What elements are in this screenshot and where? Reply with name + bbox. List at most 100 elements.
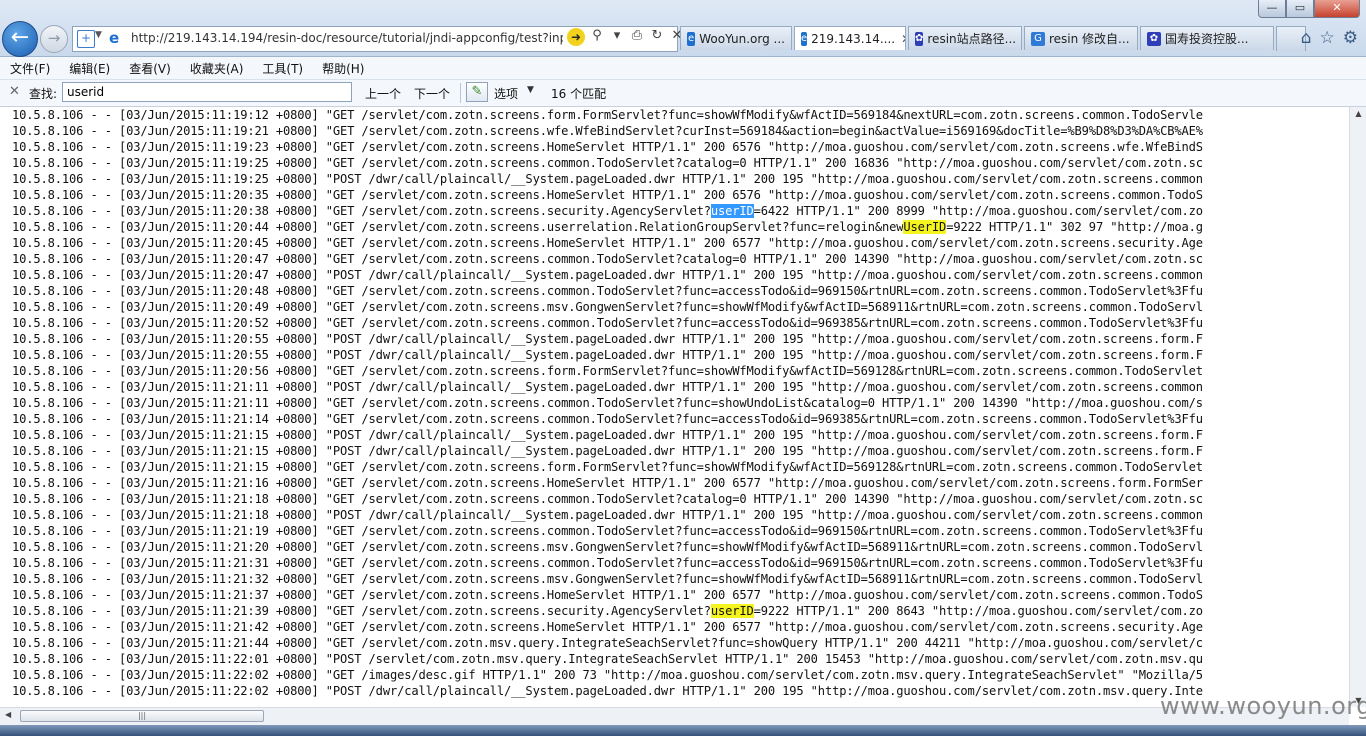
forward-button[interactable]: → (40, 25, 68, 53)
close-icon[interactable]: ✕ (9, 84, 20, 99)
log-line: 10.5.8.106 - - [03/Jun/2015:11:21:18 +08… (12, 491, 1349, 507)
log-line: 10.5.8.106 - - [03/Jun/2015:11:21:20 +08… (12, 539, 1349, 555)
log-text: 10.5.8.106 - - [03/Jun/2015:11:21:11 +08… (12, 396, 1203, 410)
log-text: 10.5.8.106 - - [03/Jun/2015:11:21:39 +08… (12, 604, 711, 618)
menu-file[interactable]: 文件(F) (0, 57, 59, 79)
log-text: =9222 HTTP/1.1" 302 97 "http://moa.g (946, 220, 1203, 234)
log-text: 10.5.8.106 - - [03/Jun/2015:11:20:47 +08… (12, 268, 1203, 282)
gear-icon[interactable]: ⚙ (1343, 28, 1358, 48)
log-line: 10.5.8.106 - - [03/Jun/2015:11:19:23 +08… (12, 139, 1349, 155)
minimize-button[interactable]: — (1258, 0, 1286, 18)
log-line: 10.5.8.106 - - [03/Jun/2015:11:22:01 +08… (12, 651, 1349, 667)
tab-1[interactable]: e219.143.14.... ✕ (794, 26, 906, 50)
log-text: =9222 HTTP/1.1" 200 8643 "http://moa.guo… (753, 604, 1203, 618)
address-tools: ➜ ⚲ ▾ ⎙ ↻ ✕ (567, 28, 685, 46)
find-input[interactable] (62, 82, 352, 102)
log-line: 10.5.8.106 - - [03/Jun/2015:11:22:02 +08… (12, 667, 1349, 683)
scroll-left-icon[interactable]: ◀ (5, 710, 11, 719)
log-text: 10.5.8.106 - - [03/Jun/2015:11:19:25 +08… (12, 172, 1203, 186)
chevron-down-icon[interactable]: ▼ (527, 85, 534, 95)
log-text: 10.5.8.106 - - [03/Jun/2015:11:20:47 +08… (12, 252, 1203, 266)
log-line: 10.5.8.106 - - [03/Jun/2015:11:20:52 +08… (12, 315, 1349, 331)
vertical-scrollbar[interactable]: ▲ ▼ (1349, 107, 1366, 707)
log-line: 10.5.8.106 - - [03/Jun/2015:11:21:18 +08… (12, 507, 1349, 523)
log-text: 10.5.8.106 - - [03/Jun/2015:11:21:32 +08… (12, 572, 1203, 586)
tab-label: 219.143.14.... (811, 31, 896, 46)
favorites-star-icon[interactable]: ☆ (1320, 28, 1335, 48)
log-text: 10.5.8.106 - - [03/Jun/2015:11:21:18 +08… (12, 508, 1203, 522)
log-text: 10.5.8.106 - - [03/Jun/2015:11:19:21 +08… (12, 124, 1203, 138)
tab-2[interactable]: ✿ resin站点路径... (908, 26, 1022, 50)
go-icon[interactable]: ➜ (567, 28, 585, 46)
add-favorite-icon[interactable]: + (77, 30, 95, 48)
tab-3[interactable]: Gresin 修改自... (1024, 26, 1138, 50)
window-controls: — ▭ ✕ (1258, 0, 1360, 18)
find-bar: ✕ 查找: 上一个 下一个 ✎ 选项 ▼ 16 个匹配 (0, 80, 1366, 107)
log-line: 10.5.8.106 - - [03/Jun/2015:11:20:35 +08… (12, 187, 1349, 203)
log-line: 10.5.8.106 - - [03/Jun/2015:11:21:15 +08… (12, 443, 1349, 459)
find-previous-button[interactable]: 上一个 (365, 85, 401, 102)
scroll-up-icon[interactable]: ▲ (1350, 109, 1366, 118)
url-input[interactable]: http://219.143.14.194/resin-doc/resource… (131, 31, 563, 45)
tab-strip: eWooYun.org ...e219.143.14....✕✿resin站点路… (680, 26, 1306, 52)
log-line: 10.5.8.106 - - [03/Jun/2015:11:21:11 +08… (12, 395, 1349, 411)
tab-4[interactable]: ✿ 国寿投资控股... (1140, 26, 1274, 50)
page-content: 10.5.8.106 - - [03/Jun/2015:11:19:12 +08… (0, 107, 1349, 707)
search-dropdown-icon[interactable]: ▾ (609, 28, 625, 46)
tab-0[interactable]: e WooYun.org ... (680, 26, 792, 50)
ie-page-icon: e (109, 29, 120, 47)
menu-edit[interactable]: 编辑(E) (59, 57, 119, 79)
highlight-pen-icon[interactable]: ✎ (466, 82, 488, 102)
home-icon[interactable]: ⌂ (1301, 28, 1312, 48)
back-arrow-icon: ← (10, 25, 30, 50)
chevron-down-icon[interactable]: ▼ (95, 30, 102, 40)
log-text: 10.5.8.106 - - [03/Jun/2015:11:21:37 +08… (12, 588, 1203, 602)
log-text: 10.5.8.106 - - [03/Jun/2015:11:19:25 +08… (12, 156, 1203, 170)
taskbar (0, 725, 1366, 736)
log-line: 10.5.8.106 - - [03/Jun/2015:11:21:14 +08… (12, 411, 1349, 427)
log-text: 10.5.8.106 - - [03/Jun/2015:11:19:23 +08… (12, 140, 1203, 154)
log-text: 10.5.8.106 - - [03/Jun/2015:11:20:55 +08… (12, 348, 1203, 362)
menu-view[interactable]: 查看(V) (119, 57, 180, 79)
horizontal-scrollbar[interactable]: ◀ ||| (0, 707, 1349, 725)
log-text: 10.5.8.106 - - [03/Jun/2015:11:19:12 +08… (12, 108, 1203, 122)
log-line: 10.5.8.106 - - [03/Jun/2015:11:20:55 +08… (12, 331, 1349, 347)
log-line: 10.5.8.106 - - [03/Jun/2015:11:21:16 +08… (12, 475, 1349, 491)
log-line: 10.5.8.106 - - [03/Jun/2015:11:21:42 +08… (12, 619, 1349, 635)
toolbar-right: ⌂ ☆ ⚙ (1301, 28, 1358, 48)
log-line: 10.5.8.106 - - [03/Jun/2015:11:20:55 +08… (12, 347, 1349, 363)
log-text: 10.5.8.106 - - [03/Jun/2015:11:21:20 +08… (12, 540, 1203, 554)
menu-tools[interactable]: 工具(T) (252, 57, 312, 79)
refresh-icon[interactable]: ↻ (649, 28, 665, 46)
compat-view-icon[interactable]: ⎙ (629, 28, 645, 46)
close-tab-icon[interactable]: ✕ (901, 32, 905, 46)
menu-help[interactable]: 帮助(H) (312, 57, 373, 79)
log-line: 10.5.8.106 - - [03/Jun/2015:11:21:11 +08… (12, 379, 1349, 395)
menu-favorites[interactable]: 收藏夹(A) (180, 57, 253, 79)
menu-bar: 文件(F) 编辑(E) 查看(V) 收藏夹(A) 工具(T) 帮助(H) (0, 57, 1366, 80)
log-line: 10.5.8.106 - - [03/Jun/2015:11:20:49 +08… (12, 299, 1349, 315)
log-line: 10.5.8.106 - - [03/Jun/2015:11:21:15 +08… (12, 427, 1349, 443)
maximize-button[interactable]: ▭ (1286, 0, 1314, 18)
log-text: 10.5.8.106 - - [03/Jun/2015:11:21:31 +08… (12, 556, 1203, 570)
browser-topbar: — ▭ ✕ ← → + ▼ e http://219.143.14.194/re… (0, 0, 1366, 57)
search-icon[interactable]: ⚲ (589, 28, 605, 46)
scroll-thumb[interactable]: ||| (20, 710, 264, 722)
baidu-paw-icon: ✿ (1147, 31, 1161, 46)
find-next-button[interactable]: 下一个 (414, 85, 450, 102)
access-log: 10.5.8.106 - - [03/Jun/2015:11:19:12 +08… (0, 107, 1349, 699)
back-button[interactable]: ← (2, 21, 38, 57)
log-line: 10.5.8.106 - - [03/Jun/2015:11:19:25 +08… (12, 171, 1349, 187)
log-text: =6422 HTTP/1.1" 200 8999 "http://moa.guo… (753, 204, 1203, 218)
log-text: 10.5.8.106 - - [03/Jun/2015:11:21:19 +08… (12, 524, 1203, 538)
close-window-button[interactable]: ✕ (1314, 0, 1360, 18)
log-text: 10.5.8.106 - - [03/Jun/2015:11:21:15 +08… (12, 444, 1203, 458)
find-options-button[interactable]: 选项 (494, 85, 518, 102)
tab-label: WooYun.org ... (699, 31, 785, 46)
address-bar[interactable]: + ▼ e http://219.143.14.194/resin-doc/re… (72, 26, 682, 52)
forward-arrow-icon: → (47, 29, 61, 47)
log-text: 10.5.8.106 - - [03/Jun/2015:11:20:45 +08… (12, 236, 1203, 250)
log-line: 10.5.8.106 - - [03/Jun/2015:11:21:32 +08… (12, 571, 1349, 587)
log-text: 10.5.8.106 - - [03/Jun/2015:11:21:42 +08… (12, 620, 1203, 634)
log-text: 10.5.8.106 - - [03/Jun/2015:11:21:15 +08… (12, 428, 1203, 442)
